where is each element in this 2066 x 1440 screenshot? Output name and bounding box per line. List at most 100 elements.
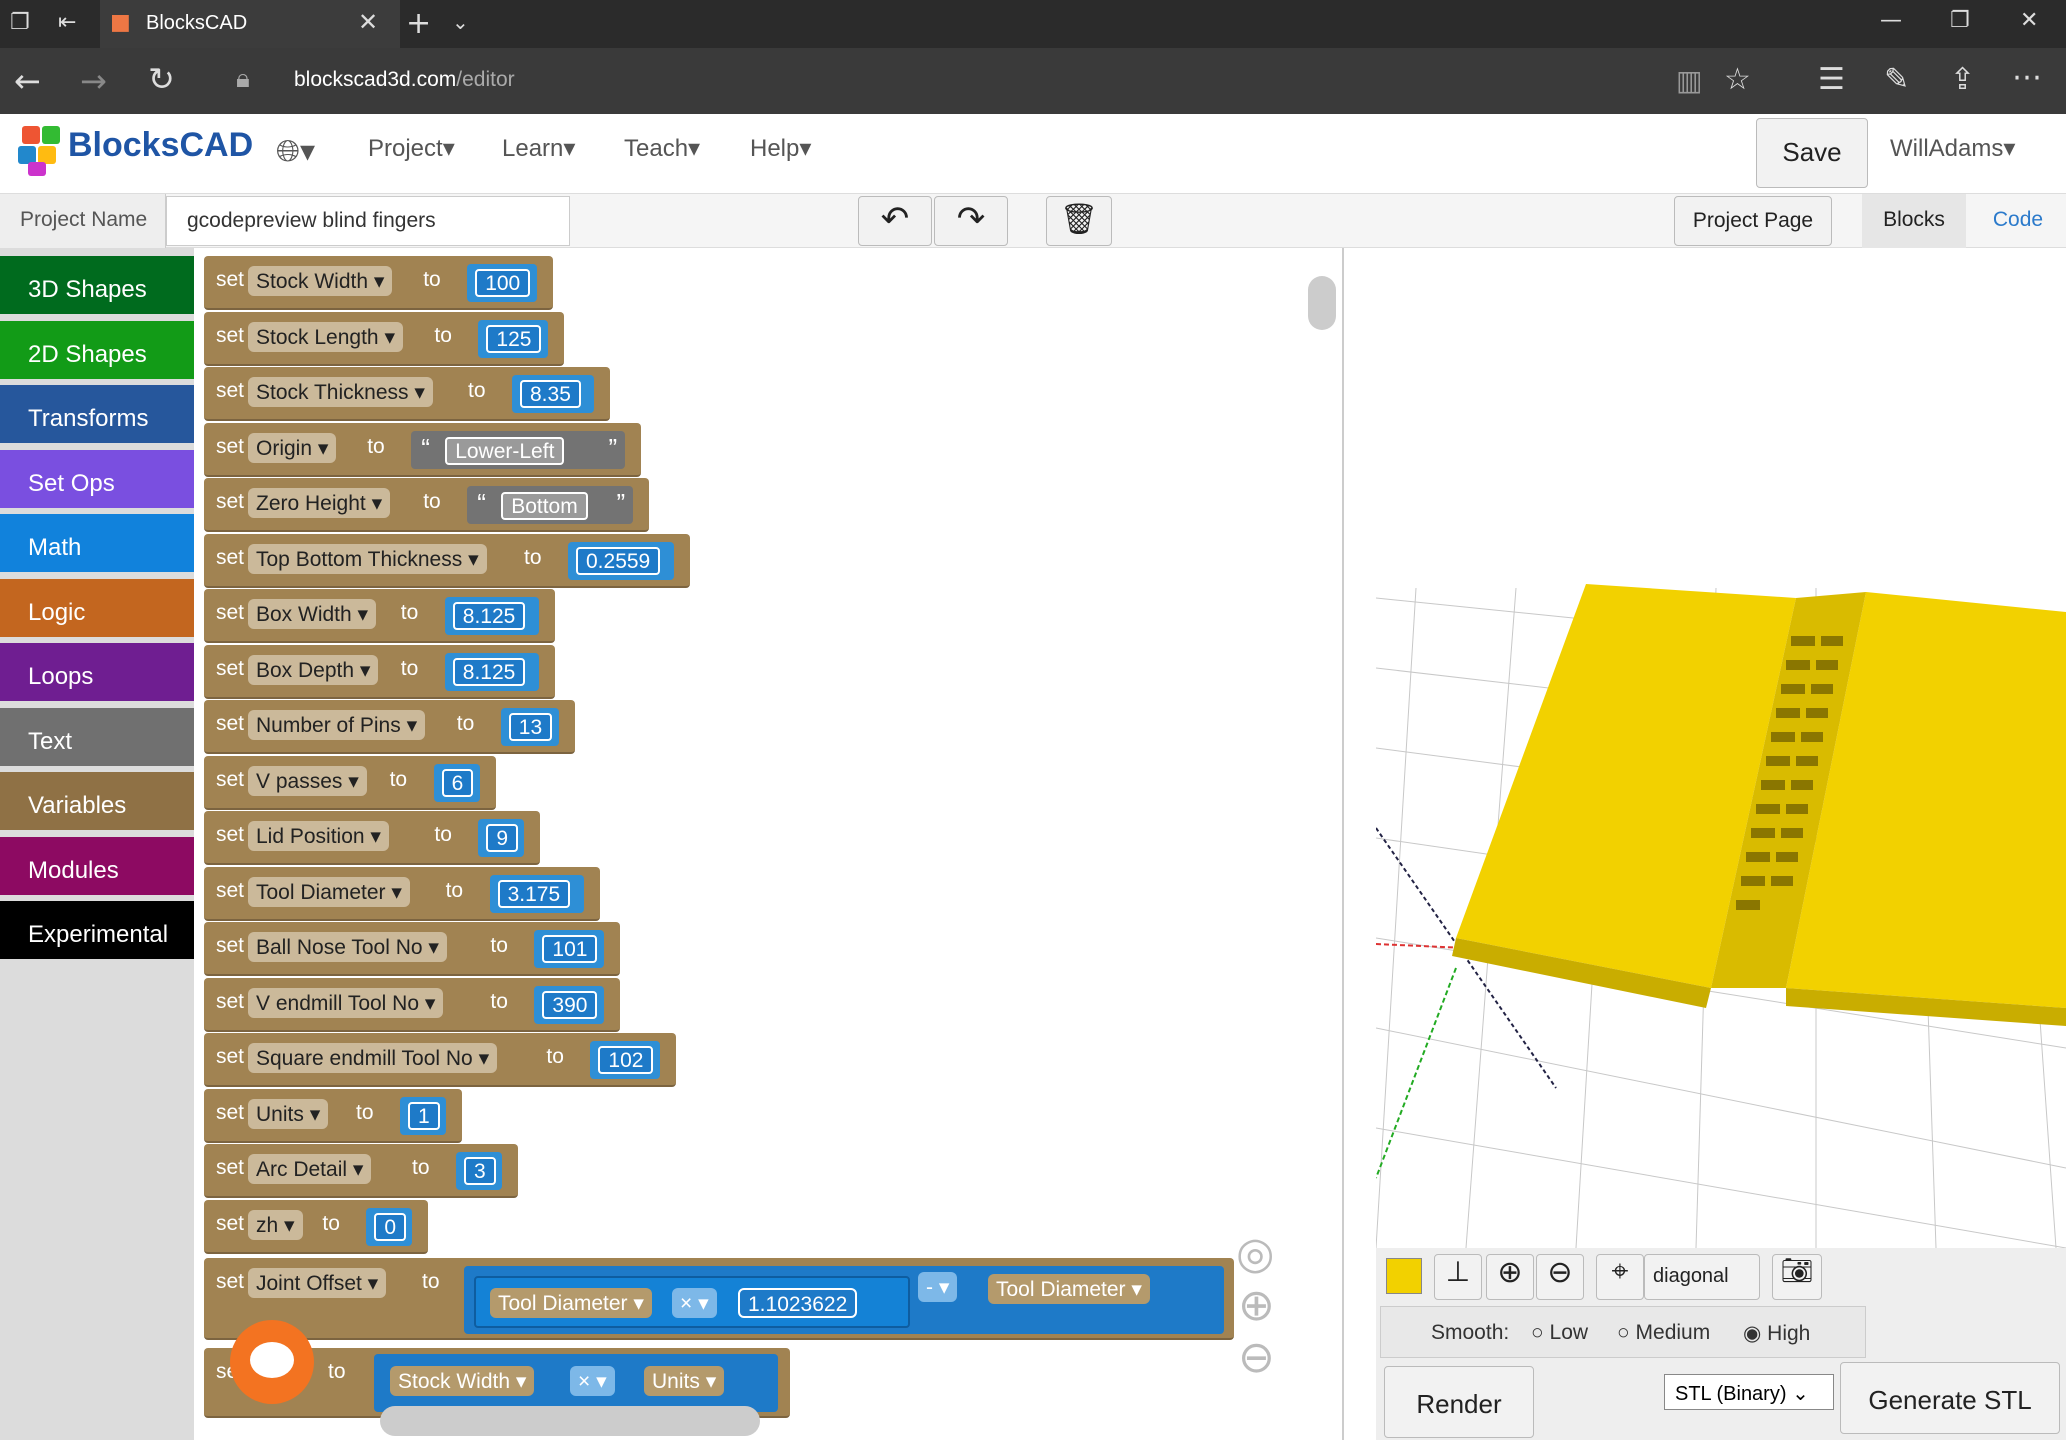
number-field[interactable]: 3.175	[497, 879, 571, 908]
delete-button[interactable]: 🗑︎	[1046, 196, 1112, 246]
reset-view-button[interactable]: ⌖	[1596, 1254, 1644, 1300]
number-field[interactable]: 6	[441, 768, 474, 797]
browser-tab[interactable]: ■ BlocksCAD ✕	[100, 0, 400, 48]
zoom-out-icon[interactable]: ⊖	[1238, 1332, 1275, 1383]
user-menu[interactable]: WillAdams▾	[1890, 134, 2015, 163]
category-2d-shapes[interactable]: 2D Shapes	[0, 320, 194, 379]
variable-dropdown[interactable]: Box Width ▾	[248, 599, 377, 629]
zoom-in-icon[interactable]: ⊕	[1238, 1280, 1275, 1331]
category-text[interactable]: Text	[0, 707, 194, 766]
number-block[interactable]: 8.125	[444, 597, 539, 635]
favorites-hub-icon[interactable]: ☰	[1818, 62, 1845, 97]
variable-dropdown[interactable]: Stock Thickness ▾	[248, 377, 433, 407]
color-swatch[interactable]	[1386, 1258, 1422, 1294]
zoom-out-view-button[interactable]: ⊖	[1536, 1254, 1584, 1300]
url-field[interactable]: blockscad3d.com/editor	[294, 68, 515, 92]
back-arrow-icon[interactable]: ←	[14, 62, 41, 100]
new-tab-icon[interactable]: +	[406, 6, 431, 41]
horizontal-scrollbar[interactable]	[380, 1406, 760, 1436]
restore-icon[interactable]: ❐	[1950, 8, 1970, 33]
set-variable-block[interactable]: set Box Width ▾ to 8.125	[204, 589, 555, 643]
close-window-icon[interactable]: ✕	[2020, 8, 2038, 33]
number-block[interactable]: 0	[366, 1207, 413, 1246]
set-variable-block[interactable]: set Origin ▾ to “ Lower-Left ”	[204, 422, 642, 477]
render-canvas[interactable]	[1376, 248, 2066, 1248]
variable-dropdown[interactable]: Stock Width ▾	[390, 1366, 535, 1396]
variable-dropdown[interactable]: Ball Nose Tool No ▾	[248, 932, 447, 962]
number-field[interactable]: 13	[508, 713, 553, 741]
arithmetic-block[interactable]: Tool Diameter ▾ × ▾ 1.1023622 - ▾ Tool D…	[464, 1266, 1224, 1334]
number-field[interactable]: 125	[486, 324, 542, 353]
pen-notes-icon[interactable]: ✎	[1884, 62, 1909, 97]
category-set-ops[interactable]: Set Ops	[0, 449, 194, 508]
minimize-icon[interactable]: —	[1880, 8, 1902, 33]
number-field[interactable]: 390	[542, 990, 598, 1019]
variable-dropdown[interactable]: Units ▾	[644, 1366, 725, 1396]
smooth-low-radio[interactable]: ○ Low	[1531, 1321, 1588, 1345]
variable-dropdown[interactable]: Tool Diameter ▾	[988, 1274, 1150, 1304]
string-block[interactable]: “ Lower-Left ”	[411, 430, 626, 469]
variable-dropdown[interactable]: Stock Length ▾	[248, 321, 403, 352]
nav-teach[interactable]: Teach▾	[624, 134, 700, 163]
number-field[interactable]: 1.1023622	[738, 1288, 858, 1318]
multiply-block[interactable]: Stock Width ▾ × ▾ Units ▾	[374, 1354, 778, 1412]
set-variable-block[interactable]: set Stock Length ▾ to 125	[204, 311, 565, 366]
multiply-block[interactable]: Tool Diameter ▾ × ▾ 1.1023622	[474, 1276, 910, 1328]
variable-dropdown[interactable]: Tool Diameter ▾	[490, 1288, 652, 1318]
close-tab-icon[interactable]: ✕	[358, 8, 378, 36]
number-field[interactable]: 102	[598, 1046, 654, 1074]
number-block[interactable]: 100	[467, 264, 538, 302]
variable-dropdown[interactable]: zh ▾	[248, 1209, 303, 1240]
category-variables[interactable]: Variables	[0, 772, 194, 830]
variable-dropdown[interactable]: V passes ▾	[248, 765, 367, 796]
number-field[interactable]: 1	[408, 1101, 440, 1130]
view-select[interactable]: diagonal	[1644, 1254, 1760, 1300]
forward-arrow-icon[interactable]: →	[80, 62, 107, 100]
number-field[interactable]: 100	[475, 269, 531, 297]
set-variable-block[interactable]: set zh ▾ to 0	[204, 1199, 429, 1254]
set-variable-block[interactable]: set Ball Nose Tool No ▾ to 101	[204, 922, 621, 976]
number-field[interactable]: 3	[464, 1157, 496, 1185]
number-block[interactable]: 8.35	[512, 375, 594, 413]
set-variable-block[interactable]: set V passes ▾ to 6	[204, 755, 496, 810]
tab-list-icon[interactable]: ❐	[10, 10, 30, 35]
3d-viewer[interactable]	[1376, 248, 2066, 1248]
number-field[interactable]: 8.35	[520, 380, 581, 408]
set-variable-block[interactable]: set Tool Diameter ▾ to 3.175	[204, 866, 600, 921]
refresh-icon[interactable]: ↻	[148, 60, 175, 98]
variable-dropdown[interactable]: Number of Pins ▾	[248, 710, 426, 740]
set-variable-block[interactable]: set Square endmill Tool No ▾ to 102	[204, 1033, 677, 1087]
number-field[interactable]: 0.2559	[576, 546, 661, 575]
variable-dropdown[interactable]: Joint Offset ▾	[248, 1268, 387, 1298]
string-block[interactable]: “ Bottom ”	[467, 486, 634, 524]
number-block[interactable]: 390	[534, 985, 605, 1024]
number-block[interactable]: 6	[433, 763, 480, 802]
set-variable-block[interactable]: set Units ▾ to 1	[204, 1088, 462, 1143]
set-variable-block[interactable]: set V endmill Tool No ▾ to 390	[204, 977, 621, 1032]
category-transforms[interactable]: Transforms	[0, 385, 194, 443]
variable-dropdown[interactable]: Tool Diameter ▾	[248, 876, 410, 907]
axes-toggle[interactable]: ⊥	[1434, 1254, 1482, 1300]
variable-dropdown[interactable]: Lid Position ▾	[248, 821, 389, 851]
smooth-high-radio[interactable]: ◉ High	[1743, 1321, 1810, 1346]
category-loops[interactable]: Loops	[0, 643, 194, 701]
operator-dropdown[interactable]: - ▾	[918, 1272, 958, 1302]
language-globe-icon[interactable]: 🌐︎▾	[276, 134, 315, 169]
project-name-input[interactable]: gcodepreview blind fingers	[166, 196, 570, 246]
number-block[interactable]: 125	[478, 319, 549, 358]
string-field[interactable]: Bottom	[501, 492, 588, 520]
chevron-down-icon[interactable]: ⌄	[452, 10, 469, 34]
variable-dropdown[interactable]: Arc Detail ▾	[248, 1154, 372, 1184]
save-button[interactable]: Save	[1756, 118, 1868, 188]
number-block[interactable]: 9	[478, 819, 525, 857]
chat-button[interactable]	[230, 1320, 314, 1404]
number-block[interactable]: 13	[500, 708, 559, 746]
category-experimental[interactable]: Experimental	[0, 901, 194, 959]
zoom-in-view-button[interactable]: ⊕	[1486, 1254, 1534, 1300]
number-block[interactable]: 1	[400, 1096, 446, 1135]
variable-dropdown[interactable]: Stock Width ▾	[248, 266, 393, 296]
recenter-icon[interactable]: ◎	[1236, 1228, 1274, 1279]
number-block[interactable]: 0.2559	[568, 541, 674, 580]
set-variable-block[interactable]: set Box Depth ▾ to 8.125	[204, 644, 555, 699]
category-math[interactable]: Math	[0, 514, 194, 572]
